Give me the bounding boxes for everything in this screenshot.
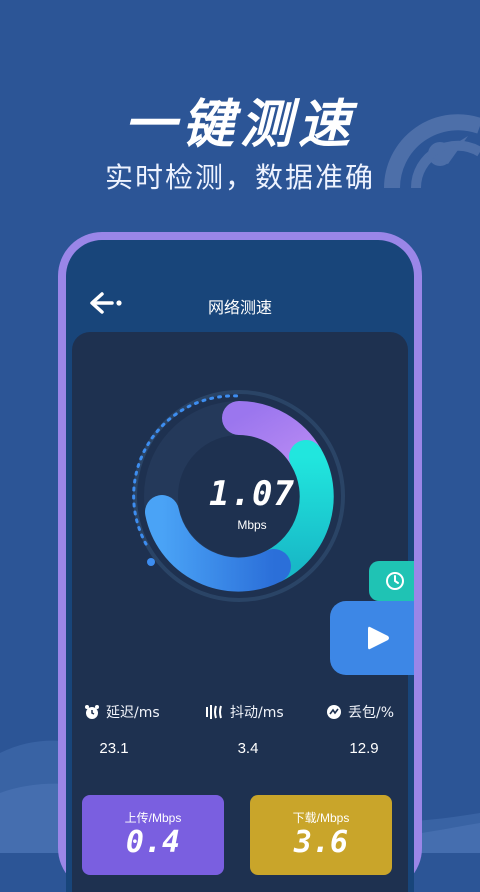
phone-screen: 网络测速 1.07 Mbps 延迟/ms 23.1 抖动/ms 3.4 丢包/%… xyxy=(66,240,414,892)
upload-value: 0.4 xyxy=(125,825,181,860)
jitter-metric: 抖动/ms 3.4 xyxy=(206,702,316,757)
download-label: 下载/Mbps xyxy=(292,811,350,825)
download-value: 3.6 xyxy=(293,825,349,860)
packet-loss-icon xyxy=(327,705,341,719)
jitter-icon xyxy=(206,705,222,719)
app-header: 网络测速 xyxy=(66,240,414,330)
start-test-button[interactable] xyxy=(330,601,414,675)
packet-loss-metric: 丢包/% 12.9 xyxy=(326,702,414,757)
speed-test-panel: 1.07 Mbps 延迟/ms 23.1 抖动/ms 3.4 丢包/% 12.9… xyxy=(72,332,414,892)
speed-unit: Mbps xyxy=(237,518,267,532)
jitter-label: 抖动/ms xyxy=(230,705,284,721)
latency-metric: 延迟/ms 23.1 xyxy=(84,702,194,757)
upload-label: 上传/Mbps xyxy=(124,811,182,825)
phone-frame: 网络测速 1.07 Mbps 延迟/ms 23.1 抖动/ms 3.4 丢包/%… xyxy=(58,232,422,892)
latency-value: 23.1 xyxy=(99,740,129,757)
alarm-clock-icon xyxy=(85,705,99,719)
packet-loss-value: 12.9 xyxy=(349,740,379,757)
speed-value: 1.07 xyxy=(209,474,295,514)
latency-label: 延迟/ms xyxy=(106,705,160,721)
app-title: 网络测速 xyxy=(207,298,272,317)
download-card: 下载/Mbps 3.6 xyxy=(250,795,392,875)
packet-loss-label: 丢包/% xyxy=(348,705,395,721)
history-button[interactable] xyxy=(369,561,414,601)
clock-icon xyxy=(386,572,404,590)
play-icon xyxy=(368,626,389,650)
decorative-gauge-icon xyxy=(384,114,480,189)
upload-card: 上传/Mbps 0.4 xyxy=(82,795,224,875)
jitter-value: 3.4 xyxy=(237,740,259,757)
